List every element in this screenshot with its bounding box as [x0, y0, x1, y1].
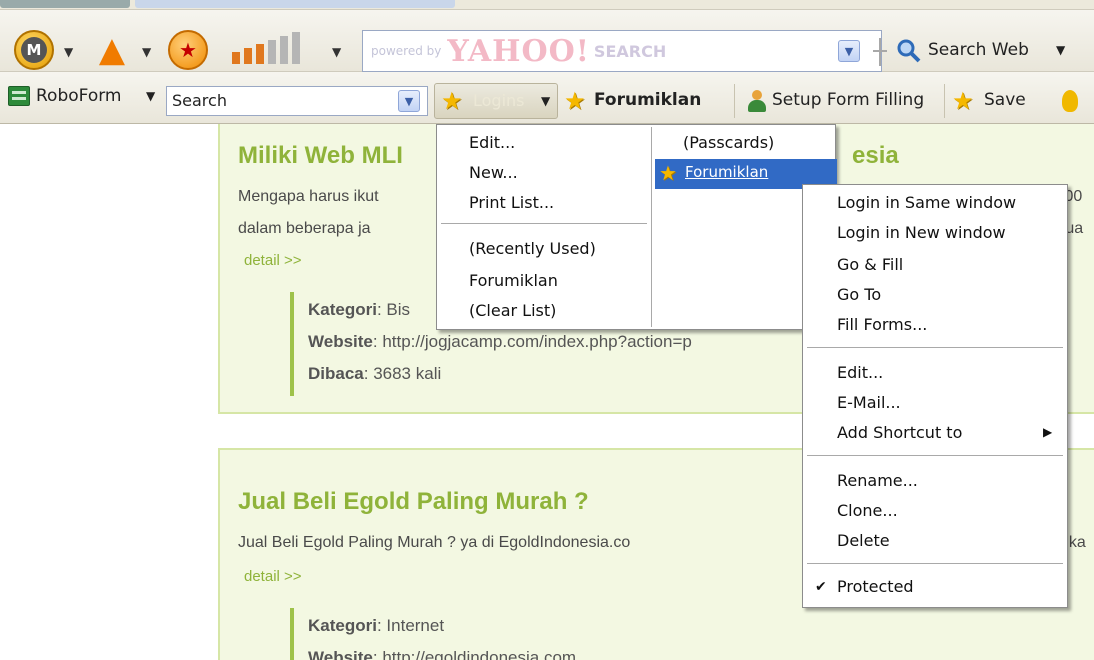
meta-dibaca: Dibaca: 3683 kali	[308, 364, 442, 383]
listing-description: Jual Beli Egold Paling Murah ? ya di Ego…	[238, 534, 631, 551]
listing-description: Mengapa harus ikut	[238, 188, 379, 205]
search-text: SEARCH	[593, 41, 667, 61]
setup-form-filling-button[interactable]: Setup Form Filling	[742, 84, 938, 118]
menu-item-recent-forumiklan[interactable]: Forumiklan	[469, 271, 558, 290]
passcard-star-icon: ★	[564, 87, 586, 115]
menu-passcards-header: (Passcards)	[683, 133, 775, 152]
highlighter-icon[interactable]	[872, 38, 888, 66]
menu-item-rename[interactable]: Rename...	[837, 471, 918, 490]
menu-item-email[interactable]: E-Mail...	[837, 393, 901, 412]
search-dropdown-button[interactable]: ▼	[838, 40, 860, 62]
meta-bar	[290, 292, 294, 396]
listing-title-tail[interactable]: esia	[852, 142, 899, 170]
save-label: Save	[984, 90, 1026, 110]
roboform-icon	[8, 86, 30, 106]
powered-by-text: powered by	[371, 44, 442, 58]
magnifier-icon	[897, 39, 921, 63]
meta-website: Website: http://jogjacamp.com/index.php?…	[308, 332, 692, 351]
dropdown-icon: ▼	[146, 89, 156, 103]
search-combo-button[interactable]: ▼	[398, 90, 420, 112]
menu-item-fill-forms[interactable]: Fill Forms...	[837, 315, 927, 334]
menu-item-edit[interactable]: Edit...	[469, 133, 515, 152]
generator-icon	[1062, 90, 1078, 112]
tab-strip	[0, 0, 1094, 10]
meta-bar	[290, 608, 294, 660]
passcard-star-icon: ★	[659, 161, 677, 185]
forumiklan-label: Forumiklan	[594, 90, 702, 110]
yahoo-toolbar: M ▼ ▲ ▼ ★ ▼ powered by YAHOO! SEARCH ▼ S…	[0, 10, 1094, 72]
logins-menu: Edit... New... Print List... (Recently U…	[436, 124, 837, 330]
roboform-button[interactable]: RoboForm ▼	[8, 82, 164, 112]
detail-link[interactable]: detail >>	[244, 568, 302, 585]
menu-separator	[807, 455, 1063, 456]
submenu-arrow-icon: ▶	[1043, 425, 1053, 439]
listing-title[interactable]: Jual Beli Egold Paling Murah ?	[238, 488, 589, 516]
menu-item-recently-used: (Recently Used)	[469, 239, 596, 258]
menu-item-clone[interactable]: Clone...	[837, 501, 898, 520]
yahoo-search-input[interactable]: powered by YAHOO! SEARCH	[362, 30, 882, 72]
roboform-label: RoboForm	[36, 86, 122, 106]
menu-item-login-same-window[interactable]: Login in Same window	[837, 193, 1016, 212]
menu-item-go-fill[interactable]: Go & Fill	[837, 255, 903, 274]
toolbar-separator	[734, 84, 735, 118]
logins-star-icon: ★	[441, 87, 463, 115]
search-web-label: Search Web	[928, 40, 1029, 60]
tab-stub[interactable]	[135, 0, 455, 8]
menu-item-add-shortcut[interactable]: Add Shortcut to	[837, 423, 962, 442]
forumiklan-passcard-button[interactable]: ★ Forumiklan	[562, 84, 728, 118]
save-button[interactable]: ★ Save	[950, 84, 1078, 118]
menu-separator	[807, 347, 1063, 348]
search-web-button[interactable]: Search Web ▼	[896, 34, 1076, 68]
dropdown-icon[interactable]: ▼	[332, 45, 341, 59]
passcard-item-label: Forumiklan	[685, 163, 769, 181]
menu-item-clear-list[interactable]: (Clear List)	[469, 301, 556, 320]
dropdown-icon[interactable]: ▼	[64, 45, 73, 59]
search-value: Search	[172, 91, 227, 110]
mega-icon[interactable]: M	[14, 30, 54, 70]
menu-column-separator	[651, 127, 652, 327]
meta-kategori: Kategori: Internet	[308, 616, 445, 635]
detail-link[interactable]: detail >>	[244, 252, 302, 269]
menu-item-edit[interactable]: Edit...	[837, 363, 883, 382]
roboform-search-input[interactable]: Search	[166, 86, 428, 116]
badge-icon[interactable]: ★	[168, 30, 208, 70]
passcard-submenu: Login in Same window Login in New window…	[802, 184, 1068, 608]
meta-website: Website: http://egoldindonesia.com	[308, 648, 577, 660]
tab-stub[interactable]	[0, 0, 130, 8]
yahoo-logo: YAHOO!	[447, 33, 590, 69]
menu-item-protected[interactable]: Protected	[837, 577, 914, 596]
menu-item-go-to[interactable]: Go To	[837, 285, 881, 304]
save-star-icon: ★	[952, 87, 974, 115]
toolbar-separator	[944, 84, 945, 118]
person-icon	[746, 90, 768, 112]
menu-item-new[interactable]: New...	[469, 163, 518, 182]
logins-label: Logins	[473, 91, 525, 110]
checkmark-icon: ✔	[815, 579, 827, 595]
signal-bars-icon[interactable]	[232, 32, 322, 68]
arrow-up-icon[interactable]: ▲	[92, 30, 132, 70]
menu-separator	[807, 563, 1063, 564]
setup-label: Setup Form Filling	[772, 90, 925, 110]
meta-kategori: Kategori: Bis	[308, 300, 411, 319]
dropdown-icon[interactable]: ▼	[142, 45, 151, 59]
listing-title[interactable]: Miliki Web MLI	[238, 142, 403, 170]
menu-item-print-list[interactable]: Print List...	[469, 193, 554, 212]
menu-item-login-new-window[interactable]: Login in New window	[837, 223, 1006, 242]
menu-separator	[441, 223, 647, 224]
listing-description: dalam beberapa ja	[238, 220, 371, 237]
logins-button[interactable]: ★ Logins ▼	[434, 83, 558, 119]
dropdown-icon: ▼	[541, 94, 551, 108]
menu-item-delete[interactable]: Delete	[837, 531, 890, 550]
dropdown-icon: ▼	[1056, 43, 1066, 57]
